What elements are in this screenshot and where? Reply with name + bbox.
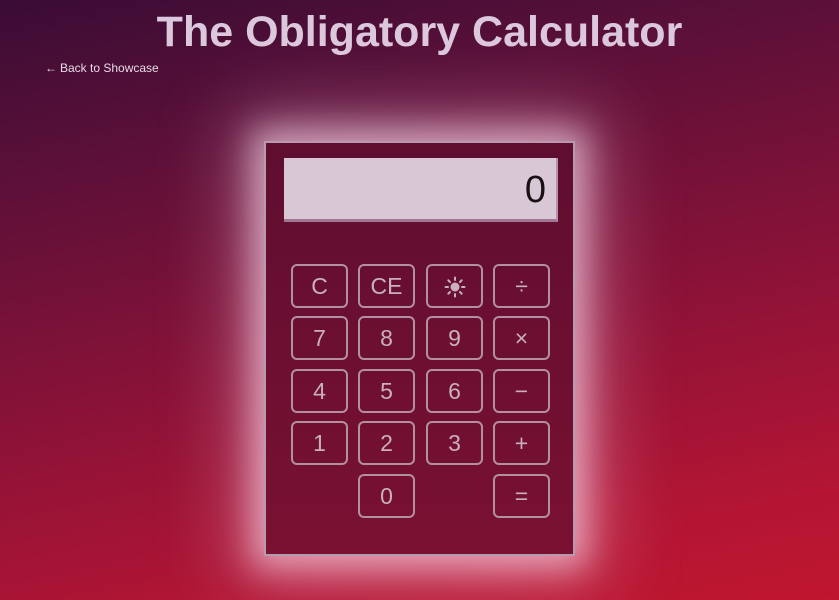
digit-1-button[interactable]: 1: [291, 421, 348, 465]
digit-6-button[interactable]: 6: [426, 369, 483, 413]
subtract-button[interactable]: −: [493, 369, 550, 413]
digit-3-button[interactable]: 3: [426, 421, 483, 465]
digit-8-button[interactable]: 8: [358, 316, 415, 360]
back-to-showcase-link[interactable]: ← Back to Showcase: [45, 60, 159, 76]
digit-5-button[interactable]: 5: [358, 369, 415, 413]
clear-button[interactable]: C: [291, 264, 348, 308]
digit-7-button[interactable]: 7: [291, 316, 348, 360]
calculator: 0 C CE ÷ 7 8 9 × 4 5 6 − 1 2 3 + 0 =: [264, 141, 575, 556]
equals-button[interactable]: =: [493, 474, 550, 518]
digit-0-button[interactable]: 0: [358, 474, 415, 518]
digit-9-button[interactable]: 9: [426, 316, 483, 360]
sun-icon: [444, 276, 465, 298]
arrow-left-icon: ←: [45, 61, 57, 75]
add-button[interactable]: +: [493, 421, 550, 465]
digit-2-button[interactable]: 2: [358, 421, 415, 465]
clear-entry-button[interactable]: CE: [358, 264, 415, 308]
theme-toggle-button[interactable]: [426, 264, 483, 308]
calculator-display: 0: [284, 158, 558, 222]
divide-button[interactable]: ÷: [493, 264, 550, 308]
digit-4-button[interactable]: 4: [291, 369, 348, 413]
back-link-label: Back to Showcase: [60, 61, 159, 75]
page-title: The Obligatory Calculator: [156, 8, 683, 56]
multiply-button[interactable]: ×: [493, 316, 550, 360]
